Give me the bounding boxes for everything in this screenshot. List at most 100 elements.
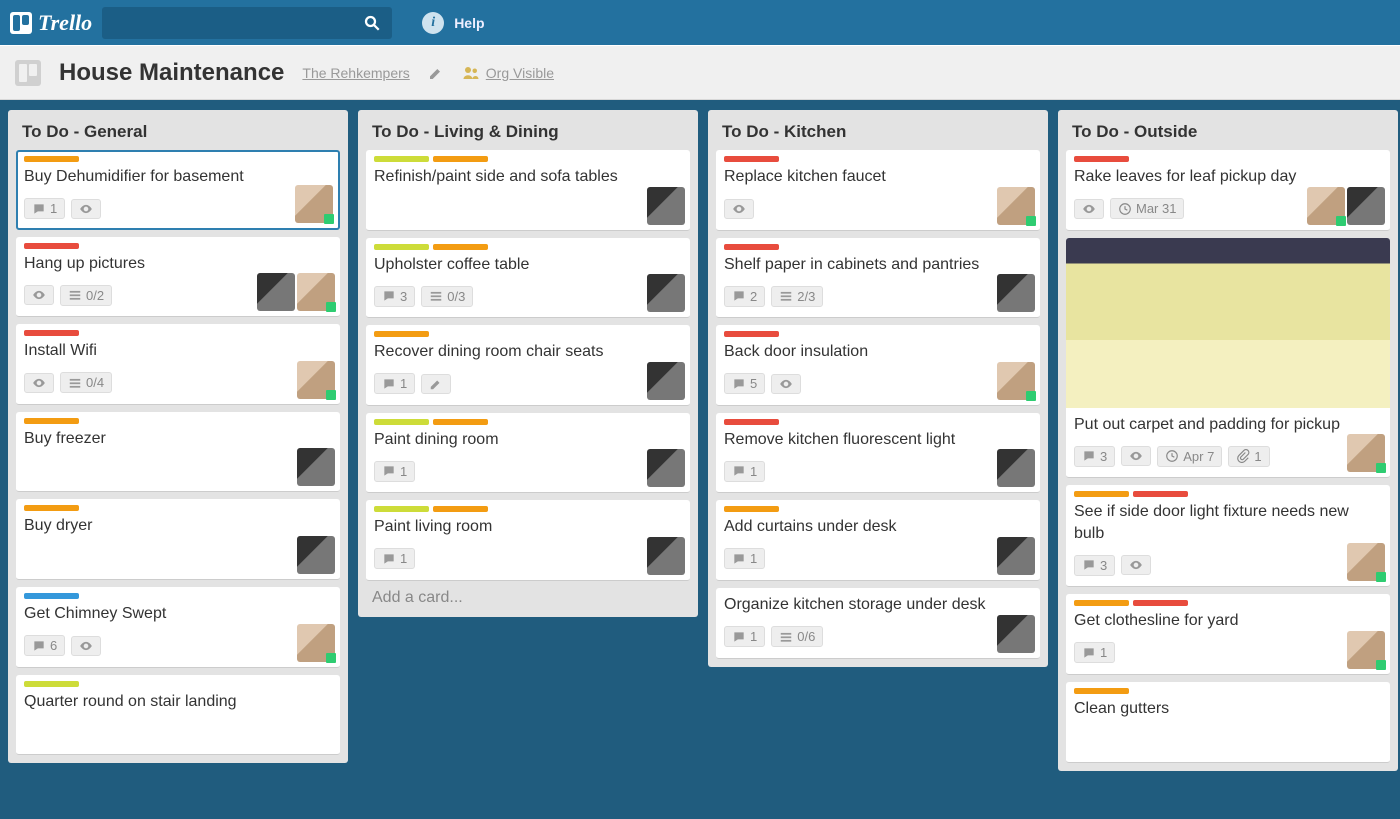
label-orange[interactable] <box>1074 491 1129 497</box>
search-button[interactable] <box>352 7 392 39</box>
label-orange[interactable] <box>724 506 779 512</box>
rename-board-button[interactable] <box>428 65 444 81</box>
member-avatar[interactable] <box>297 536 335 574</box>
label-red[interactable] <box>1074 156 1129 162</box>
member-avatar[interactable] <box>997 615 1035 653</box>
member-avatar[interactable] <box>297 361 335 399</box>
card[interactable]: Buy freezer <box>16 412 340 493</box>
member-avatar[interactable] <box>647 187 685 225</box>
label-orange[interactable] <box>433 506 488 512</box>
card-badges: 1 <box>1074 638 1382 668</box>
board-canvas[interactable]: To Do - GeneralBuy Dehumidifier for base… <box>0 100 1400 819</box>
member-avatar[interactable] <box>1347 631 1385 669</box>
label-orange[interactable] <box>374 331 429 337</box>
card[interactable]: Add curtains under desk1 <box>716 500 1040 581</box>
label-orange[interactable] <box>433 419 488 425</box>
card-members <box>997 615 1035 653</box>
label-red[interactable] <box>24 330 79 336</box>
badge-value: 1 <box>50 201 57 216</box>
label-yellowgreen[interactable] <box>24 681 79 687</box>
label-yellowgreen[interactable] <box>374 244 429 250</box>
card[interactable]: Rake leaves for leaf pickup dayMar 31 <box>1066 150 1390 231</box>
card[interactable]: Paint dining room1 <box>366 413 690 494</box>
member-avatar[interactable] <box>997 449 1035 487</box>
label-blue[interactable] <box>24 593 79 599</box>
label-red[interactable] <box>724 419 779 425</box>
label-orange[interactable] <box>1074 688 1129 694</box>
label-red[interactable] <box>1133 491 1188 497</box>
card-labels <box>24 681 332 687</box>
card[interactable]: Get Chimney Swept6 <box>16 587 340 668</box>
label-red[interactable] <box>1133 600 1188 606</box>
member-avatar[interactable] <box>1347 434 1385 472</box>
label-yellowgreen[interactable] <box>374 506 429 512</box>
card[interactable]: Get clothesline for yard1 <box>1066 594 1390 675</box>
member-avatar[interactable] <box>297 448 335 486</box>
card[interactable]: Put out carpet and padding for pickup3Ap… <box>1066 238 1390 479</box>
label-orange[interactable] <box>433 244 488 250</box>
label-red[interactable] <box>24 243 79 249</box>
member-avatar[interactable] <box>997 274 1035 312</box>
label-orange[interactable] <box>433 156 488 162</box>
card[interactable]: Hang up pictures0/2 <box>16 237 340 318</box>
card[interactable]: See if side door light fixture needs new… <box>1066 485 1390 587</box>
member-avatar[interactable] <box>1347 543 1385 581</box>
visibility-toggle[interactable]: Org Visible <box>462 64 554 82</box>
label-red[interactable] <box>724 244 779 250</box>
card[interactable]: Buy dryer <box>16 499 340 580</box>
card[interactable]: Replace kitchen faucet <box>716 150 1040 231</box>
member-avatar[interactable] <box>647 274 685 312</box>
search-input[interactable] <box>102 7 352 39</box>
badge-value: Mar 31 <box>1136 201 1176 216</box>
member-avatar[interactable] <box>647 449 685 487</box>
team-link[interactable]: The Rehkempers <box>302 65 409 81</box>
list: To Do - KitchenReplace kitchen faucetShe… <box>708 110 1048 667</box>
member-avatar[interactable] <box>297 273 335 311</box>
label-orange[interactable] <box>24 156 79 162</box>
label-orange[interactable] <box>24 418 79 424</box>
add-card-button[interactable]: Add a card... <box>366 581 690 609</box>
card[interactable]: Recover dining room chair seats1 <box>366 325 690 406</box>
card[interactable]: Buy Dehumidifier for basement1 <box>16 150 340 230</box>
card[interactable]: Organize kitchen storage under desk10/6 <box>716 588 1040 659</box>
badge-watch <box>1074 199 1104 219</box>
list-title[interactable]: To Do - General <box>16 118 340 150</box>
member-avatar[interactable] <box>997 362 1035 400</box>
member-avatar[interactable] <box>647 537 685 575</box>
card[interactable]: Upholster coffee table30/3 <box>366 238 690 319</box>
member-avatar[interactable] <box>997 537 1035 575</box>
eye-icon <box>32 288 46 302</box>
list-title[interactable]: To Do - Living & Dining <box>366 118 690 150</box>
badge-value: 5 <box>750 376 757 391</box>
label-orange[interactable] <box>1074 600 1129 606</box>
list-title[interactable]: To Do - Kitchen <box>716 118 1040 150</box>
cards-container: Replace kitchen faucetShelf paper in cab… <box>716 150 1040 659</box>
label-yellowgreen[interactable] <box>374 419 429 425</box>
member-avatar[interactable] <box>997 187 1035 225</box>
card[interactable]: Refinish/paint side and sofa tables <box>366 150 690 231</box>
list-title[interactable]: To Do - Outside <box>1066 118 1390 150</box>
card[interactable]: Paint living room1 <box>366 500 690 581</box>
comment-icon <box>382 552 396 566</box>
card[interactable]: Install Wifi0/4 <box>16 324 340 405</box>
member-avatar[interactable] <box>1347 187 1385 225</box>
label-red[interactable] <box>724 156 779 162</box>
card[interactable]: Quarter round on stair landing <box>16 675 340 756</box>
member-avatar[interactable] <box>295 185 333 223</box>
member-avatar[interactable] <box>1307 187 1345 225</box>
member-avatar[interactable] <box>647 362 685 400</box>
label-red[interactable] <box>724 331 779 337</box>
card[interactable]: Back door insulation5 <box>716 325 1040 406</box>
card-labels <box>724 156 1032 162</box>
help-label: Help <box>454 15 484 31</box>
card[interactable]: Remove kitchen fluorescent light1 <box>716 413 1040 494</box>
card[interactable]: Shelf paper in cabinets and pantries22/3 <box>716 238 1040 319</box>
member-avatar[interactable] <box>297 624 335 662</box>
member-avatar[interactable] <box>257 273 295 311</box>
card-labels <box>1074 156 1382 162</box>
card[interactable]: Clean gutters <box>1066 682 1390 763</box>
help-link[interactable]: i Help <box>422 12 484 34</box>
label-orange[interactable] <box>24 505 79 511</box>
label-yellowgreen[interactable] <box>374 156 429 162</box>
trello-logo[interactable]: Trello <box>10 10 92 36</box>
